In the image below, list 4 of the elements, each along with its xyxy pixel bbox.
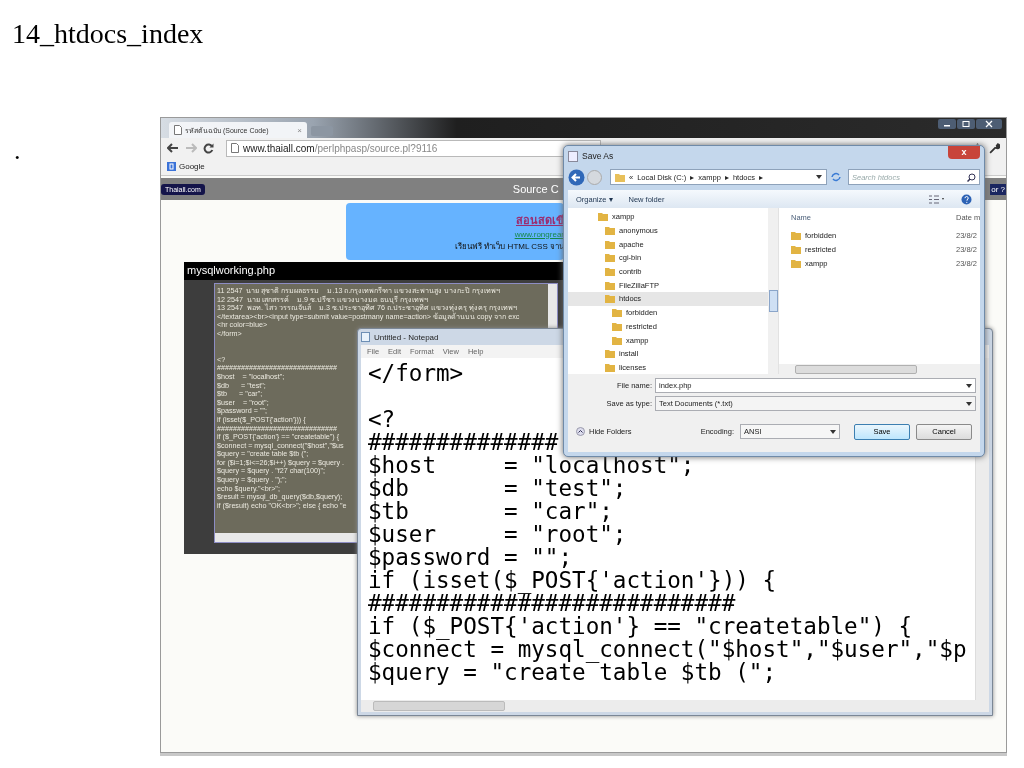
window-title: Untitled - Notepad xyxy=(374,332,439,342)
bullet-mark: . xyxy=(14,136,21,166)
header-title: Source C xyxy=(512,183,559,195)
slide-title: 14_htdocs_index xyxy=(12,18,204,50)
